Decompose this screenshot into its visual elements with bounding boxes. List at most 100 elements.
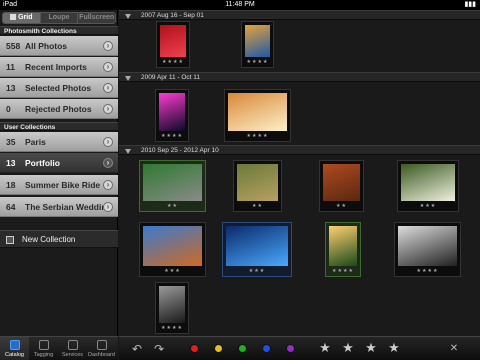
rating-stars: ★★★★	[246, 133, 269, 139]
photo-thumbnail[interactable]: ★★★★	[224, 89, 291, 142]
section-header[interactable]: 2007 Aug 16 - Sep 01	[119, 10, 480, 20]
tab-label: Catalog	[5, 352, 24, 358]
rating-stars: ★★★	[419, 203, 437, 209]
collection-rejected-photos[interactable]: 0 Rejected Photos ›	[0, 99, 118, 119]
share-icon	[68, 340, 78, 350]
section-title: 2007 Aug 16 - Sep 01	[141, 12, 204, 19]
chevron-right-icon[interactable]: ›	[103, 41, 113, 51]
collection-count: 558	[6, 41, 21, 51]
photo-field-birds	[237, 164, 278, 201]
tab-label: Tagging	[33, 352, 54, 358]
collection-portfolio[interactable]: 13 Portfolio ›	[0, 153, 118, 173]
color-label-red[interactable]	[191, 345, 198, 352]
collection-label: Selected Photos	[25, 83, 92, 93]
collection-serbian-wedding[interactable]: 64 The Serbian Wedding ›	[0, 197, 118, 217]
collection-count: 11	[6, 62, 15, 72]
photo-autumn-grass	[323, 164, 360, 201]
section-header[interactable]: 2009 Apr 11 - Oct 11	[119, 72, 480, 82]
rating-star-2[interactable]: ★	[341, 341, 355, 355]
rating-stars: ★★★★	[162, 59, 184, 65]
rating-star-1[interactable]: ★	[318, 341, 332, 355]
reject-icon[interactable]: ✕	[444, 337, 464, 360]
collection-label: All Photos	[25, 41, 68, 51]
tab-tagging[interactable]: Tagging	[29, 337, 58, 360]
new-collection-button[interactable]: New Collection	[0, 230, 118, 248]
collection-label: The Serbian Wedding	[25, 202, 112, 212]
chevron-right-icon[interactable]: ›	[103, 158, 113, 168]
view-switch: Grid Loupe Fullscreen	[2, 12, 116, 24]
photo-thumbnail[interactable]: ★★★★	[241, 21, 274, 68]
photo-toolbar: ↶ ↷ ★ ★ ★ ★ ✕	[119, 336, 480, 360]
chevron-right-icon[interactable]: ›	[103, 83, 113, 93]
photo-red-flowers	[160, 25, 186, 57]
photo-thumbnail[interactable]: ★★★★	[156, 21, 190, 68]
status-bar: iPad 11:48 PM ▮▮▮	[0, 0, 480, 10]
photo-blue-light	[226, 226, 288, 266]
collection-count: 13	[6, 83, 16, 93]
rating-stars: ★★★	[164, 268, 181, 274]
disclosure-triangle-icon	[125, 76, 131, 81]
photo-airplane	[228, 93, 287, 131]
photo-white-flowers	[401, 164, 455, 201]
collection-count: 13	[6, 158, 16, 168]
photo-thumbnail[interactable]: ★★★	[139, 222, 206, 277]
tab-label: Dashboard	[88, 352, 115, 358]
photosmith-collections-header: Photosmith Collections	[0, 26, 118, 35]
loupe-view-button[interactable]: Loupe	[41, 13, 79, 23]
collection-all-photos[interactable]: 558 All Photos ›	[0, 36, 118, 56]
tagging-icon	[39, 340, 49, 350]
rotate-left-icon[interactable]: ↶	[127, 337, 147, 360]
photo-thumbnail[interactable]: ★★★★	[155, 89, 189, 142]
collection-selected-photos[interactable]: 13 Selected Photos ›	[0, 78, 118, 98]
battery-icon: ▮▮▮	[464, 1, 476, 8]
photo-thumbnail[interactable]: ★★★★	[155, 282, 189, 334]
rating-stars: ★★★	[248, 268, 266, 274]
photo-thumbnail[interactable]: ★★★★	[394, 222, 461, 277]
disclosure-triangle-icon	[125, 149, 131, 154]
new-collection-icon	[6, 236, 14, 244]
chevron-right-icon[interactable]: ›	[103, 180, 113, 190]
tab-label: Services	[61, 352, 84, 358]
clock: 11:48 PM	[225, 1, 255, 8]
section-header[interactable]: 2010 Sep 25 - 2012 Apr 10	[119, 145, 480, 155]
tab-dashboard[interactable]: Dashboard	[87, 337, 116, 360]
chevron-right-icon[interactable]: ›	[103, 202, 113, 212]
photo-thumbnail[interactable]: ★★★	[397, 160, 459, 212]
grid-view-button[interactable]: Grid	[3, 13, 41, 23]
collection-paris[interactable]: 35 Paris ›	[0, 132, 118, 152]
color-label-purple[interactable]	[287, 345, 294, 352]
photo-thumbnail[interactable]: ★★	[139, 160, 206, 212]
color-label-blue[interactable]	[263, 345, 270, 352]
tab-bar: Catalog Tagging Services Dashboard	[0, 336, 118, 360]
rotate-right-icon[interactable]: ↷	[149, 337, 169, 360]
color-label-yellow[interactable]	[215, 345, 222, 352]
photo-sunset-field	[329, 226, 357, 266]
chevron-right-icon[interactable]: ›	[103, 137, 113, 147]
tab-services[interactable]: Services	[58, 337, 87, 360]
photo-lake-sky	[245, 25, 270, 57]
tab-catalog[interactable]: Catalog	[0, 337, 29, 360]
photo-thumbnail[interactable]: ★★	[233, 160, 282, 212]
photo-thumbnail[interactable]: ★★★★	[325, 222, 361, 277]
photo-window-silhouette	[398, 226, 457, 266]
collection-summer-bike-ride[interactable]: 18 Summer Bike Ride ›	[0, 175, 118, 195]
rating-star-4[interactable]: ★	[387, 341, 401, 355]
photo-grid: 2007 Aug 16 - Sep 01 2009 Apr 11 - Oct 1…	[119, 10, 480, 336]
rating-stars: ★★★★	[161, 325, 183, 331]
section-title: 2010 Sep 25 - 2012 Apr 10	[141, 147, 219, 154]
rating-star-3[interactable]: ★	[364, 341, 378, 355]
user-collections-header: User Collections	[0, 122, 118, 131]
color-label-green[interactable]	[239, 345, 246, 352]
rating-stars: ★★★★	[332, 268, 354, 274]
chevron-right-icon[interactable]: ›	[103, 62, 113, 72]
photo-thumbnail[interactable]: ★★★	[222, 222, 292, 277]
fullscreen-view-button[interactable]: Fullscreen	[78, 13, 115, 23]
collection-label: Rejected Photos	[25, 104, 92, 114]
catalog-icon	[10, 340, 20, 350]
gear-icon	[97, 340, 107, 350]
chevron-right-icon[interactable]: ›	[103, 104, 113, 114]
collection-recent-imports[interactable]: 11 Recent Imports ›	[0, 57, 118, 77]
collection-count: 0	[6, 104, 11, 114]
section-title: 2009 Apr 11 - Oct 11	[141, 74, 201, 81]
photo-thumbnail[interactable]: ★★	[319, 160, 364, 212]
